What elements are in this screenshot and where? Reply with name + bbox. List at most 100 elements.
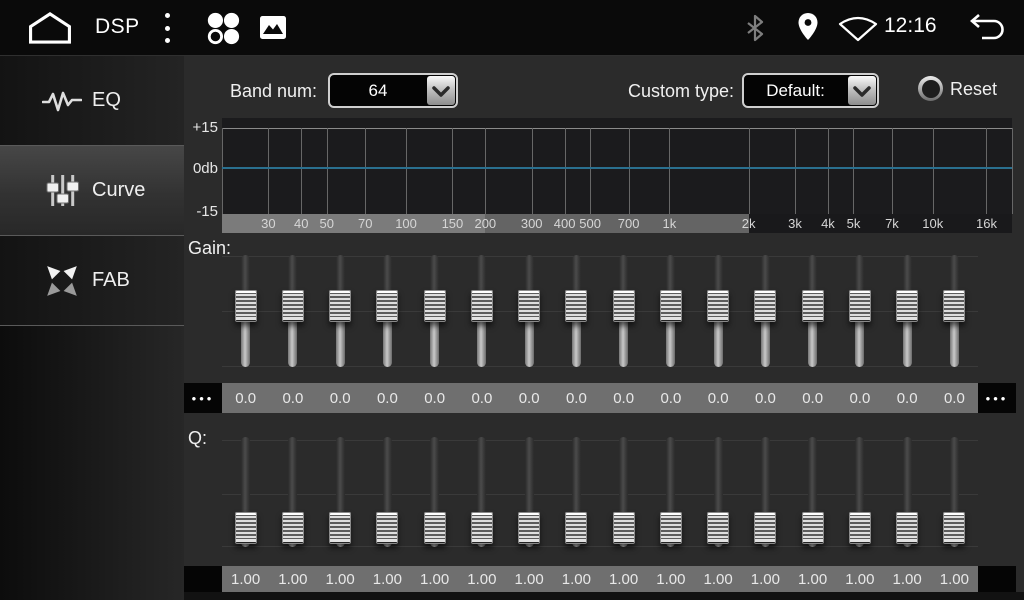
slider-thumb[interactable] <box>282 290 304 322</box>
back-icon[interactable] <box>962 13 1008 43</box>
gain-more-left-button[interactable]: ••• <box>184 383 222 413</box>
slider-thumb[interactable] <box>707 512 729 544</box>
slider-thumb[interactable] <box>613 290 635 322</box>
gain-slider[interactable] <box>222 250 269 370</box>
freq-tick-label: 7k <box>885 214 899 233</box>
q-slider[interactable] <box>222 435 269 555</box>
q-slider[interactable] <box>836 435 883 555</box>
freq-tick-label: 700 <box>618 214 640 233</box>
q-slider[interactable] <box>553 435 600 555</box>
slider-thumb[interactable] <box>518 290 540 322</box>
kebab-menu-icon[interactable] <box>160 13 174 43</box>
q-slider[interactable] <box>269 435 316 555</box>
gain-slider[interactable] <box>647 250 694 370</box>
q-label: Q: <box>188 428 207 449</box>
dropdown-chevron-button[interactable] <box>848 76 876 105</box>
q-slider[interactable] <box>317 435 364 555</box>
gain-slider[interactable] <box>506 250 553 370</box>
plot-gridline <box>986 128 987 214</box>
slider-thumb[interactable] <box>282 512 304 544</box>
q-more-right-button[interactable] <box>978 566 1016 592</box>
eq-plot[interactable]: 304050701001502003004005007001k2k3k4k5k7… <box>222 118 1012 233</box>
custom-type-value: Default: <box>744 75 847 106</box>
q-slider[interactable] <box>884 435 931 555</box>
gain-slider[interactable] <box>269 250 316 370</box>
home-icon[interactable] <box>26 11 74 45</box>
q-slider[interactable] <box>931 435 978 555</box>
gain-slider[interactable] <box>931 250 978 370</box>
q-slider[interactable] <box>695 435 742 555</box>
slider-thumb[interactable] <box>565 290 587 322</box>
fab-arrows-icon <box>42 263 82 299</box>
slider-thumb[interactable] <box>802 512 824 544</box>
slider-thumb[interactable] <box>376 512 398 544</box>
q-slider[interactable] <box>742 435 789 555</box>
gain-value: 0.0 <box>222 383 269 413</box>
slider-thumb[interactable] <box>660 512 682 544</box>
gain-slider[interactable] <box>600 250 647 370</box>
slider-thumb[interactable] <box>943 290 965 322</box>
slider-thumb[interactable] <box>660 290 682 322</box>
gain-value: 0.0 <box>931 383 978 413</box>
slider-thumb[interactable] <box>424 512 446 544</box>
slider-thumb[interactable] <box>849 290 871 322</box>
slider-thumb[interactable] <box>613 512 635 544</box>
slider-thumb[interactable] <box>802 290 824 322</box>
q-more-left-button[interactable] <box>184 566 222 592</box>
reset-radio[interactable] <box>918 76 943 101</box>
gain-slider[interactable] <box>695 250 742 370</box>
plot-gridline <box>406 128 407 214</box>
gain-slider[interactable] <box>836 250 883 370</box>
wifi-icon <box>838 16 878 42</box>
q-slider[interactable] <box>600 435 647 555</box>
q-value: 1.00 <box>789 566 836 592</box>
slider-thumb[interactable] <box>235 290 257 322</box>
dropdown-chevron-button[interactable] <box>427 76 455 105</box>
slider-thumb[interactable] <box>471 290 493 322</box>
slider-thumb[interactable] <box>376 290 398 322</box>
gallery-icon[interactable] <box>260 16 286 39</box>
gain-slider[interactable] <box>884 250 931 370</box>
plot-gridline <box>749 128 750 214</box>
freq-tick-label: 100 <box>395 214 417 233</box>
gain-slider[interactable] <box>411 250 458 370</box>
slider-thumb[interactable] <box>754 290 776 322</box>
gain-slider[interactable] <box>789 250 836 370</box>
slider-thumb[interactable] <box>707 290 729 322</box>
apps-icon[interactable] <box>205 10 241 46</box>
slider-thumb[interactable] <box>235 512 257 544</box>
slider-thumb[interactable] <box>849 512 871 544</box>
q-value: 1.00 <box>600 566 647 592</box>
slider-thumb[interactable] <box>329 512 351 544</box>
gain-slider[interactable] <box>553 250 600 370</box>
gain-slider[interactable] <box>317 250 364 370</box>
gain-more-right-button[interactable]: ••• <box>978 383 1016 413</box>
slider-thumb[interactable] <box>565 512 587 544</box>
gain-slider[interactable] <box>458 250 505 370</box>
q-slider[interactable] <box>789 435 836 555</box>
slider-thumb[interactable] <box>329 290 351 322</box>
q-slider[interactable] <box>647 435 694 555</box>
plot-gridline <box>933 128 934 214</box>
freq-tick-label: 40 <box>294 214 308 233</box>
custom-type-dropdown[interactable]: Default: <box>742 73 879 108</box>
slider-thumb[interactable] <box>518 512 540 544</box>
sidebar-item-fab[interactable]: FAB <box>0 236 184 326</box>
gain-slider[interactable] <box>742 250 789 370</box>
band-num-dropdown[interactable]: 64 <box>328 73 458 108</box>
q-slider[interactable] <box>411 435 458 555</box>
q-slider[interactable] <box>458 435 505 555</box>
q-slider[interactable] <box>364 435 411 555</box>
gain-slider[interactable] <box>364 250 411 370</box>
plot-gridline <box>629 128 630 214</box>
slider-thumb[interactable] <box>424 290 446 322</box>
q-slider[interactable] <box>506 435 553 555</box>
plot-gridline <box>365 128 366 214</box>
slider-thumb[interactable] <box>896 290 918 322</box>
slider-thumb[interactable] <box>896 512 918 544</box>
slider-thumb[interactable] <box>754 512 776 544</box>
slider-thumb[interactable] <box>471 512 493 544</box>
slider-thumb[interactable] <box>943 512 965 544</box>
q-value: 1.00 <box>695 566 742 592</box>
freq-tick-label: 500 <box>579 214 601 233</box>
